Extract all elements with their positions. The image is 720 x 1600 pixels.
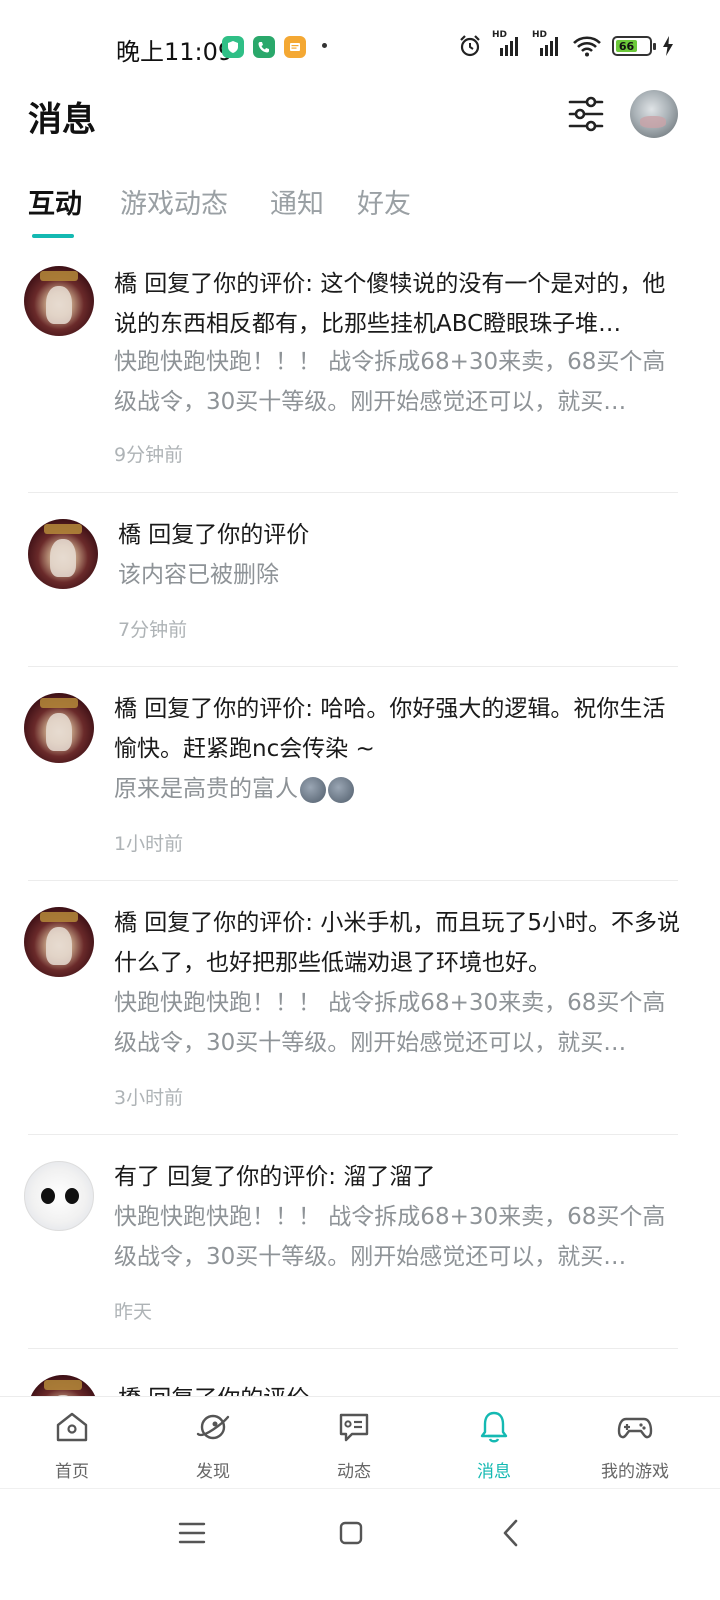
- battery-tip: [653, 43, 656, 50]
- back-icon[interactable]: [492, 1513, 532, 1553]
- notes-app-icon: [284, 36, 306, 58]
- menu-icon[interactable]: [172, 1513, 212, 1553]
- message-item[interactable]: 橋 回复了你的评价: 哈哈。你好强大的逻辑。祝你生活愉快。赶紧跑nc会传染 ~ …: [0, 667, 720, 881]
- status-dot: [322, 43, 327, 48]
- tab-interaction[interactable]: 互动: [28, 182, 82, 221]
- tab-friends[interactable]: 好友: [357, 182, 411, 221]
- message-quote-row: 原来是高贵的富人: [114, 769, 684, 809]
- message-title: 橋 回复了你的评价: 这个傻犊说的没有一个是对的，他说的东西相反都有，比那些挂机…: [114, 271, 666, 337]
- message-quote: 快跑快跑快跑！！！ 战令拆成68+30来卖，68买个高级战令，30买十等级。刚开…: [114, 349, 666, 415]
- sender-avatar[interactable]: [24, 266, 94, 336]
- tab-game-updates[interactable]: 游戏动态: [120, 182, 228, 221]
- home-square-icon[interactable]: [331, 1513, 371, 1553]
- status-right-group: HD HD 66: [458, 30, 674, 58]
- battery-fill: 66: [616, 39, 638, 53]
- sender-avatar[interactable]: [24, 907, 94, 977]
- signal-icon: HD: [492, 30, 522, 58]
- sender-avatar[interactable]: [24, 693, 94, 763]
- nav-my-games[interactable]: 我的游戏: [563, 1397, 707, 1489]
- shield-app-icon: [222, 36, 244, 58]
- sender-avatar[interactable]: [28, 519, 98, 589]
- nav-discover[interactable]: 发现: [141, 1397, 285, 1489]
- nav-home[interactable]: 首页: [0, 1397, 144, 1489]
- message-time: 昨天: [114, 1301, 153, 1323]
- message-title: 橋 回复了你的评价: 小米手机，而且玩了5小时。不多说什么了，也好把那些低端劝退…: [114, 910, 681, 976]
- tab-indicator: [32, 234, 74, 238]
- moon-emoji-icon: [328, 776, 354, 803]
- message-quote: 原来是高贵的富人: [114, 776, 298, 802]
- signal-icon-2: HD: [532, 30, 562, 58]
- nav-label: 消息: [477, 1462, 511, 1482]
- message-quote: 该内容已被删除: [118, 562, 279, 588]
- discover-icon: [196, 1414, 230, 1440]
- nav-messages[interactable]: 消息: [422, 1397, 566, 1489]
- message-title: 橋 回复了你的评价: 哈哈。你好强大的逻辑。祝你生活愉快。赶紧跑nc会传染 ~: [114, 696, 666, 762]
- status-bar: 晚上11:09 HD HD 66: [0, 0, 720, 96]
- sender-avatar[interactable]: [24, 1161, 94, 1231]
- bell-icon: [480, 1411, 508, 1443]
- gamepad-icon: [617, 1417, 653, 1439]
- phone-app-icon: [253, 36, 275, 58]
- nav-label: 动态: [337, 1462, 371, 1482]
- wifi-icon: [573, 36, 601, 57]
- message-item[interactable]: 有了 回复了你的评价: 溜了溜了 快跑快跑快跑！！！ 战令拆成68+30来卖，6…: [0, 1135, 720, 1349]
- nav-label: 首页: [55, 1462, 89, 1482]
- tab-notifications[interactable]: 通知: [270, 182, 324, 221]
- message-time: 3小时前: [114, 1087, 184, 1109]
- user-avatar[interactable]: [630, 90, 678, 138]
- home-icon: [56, 1412, 88, 1442]
- message-title: 有了 回复了你的评价: 溜了溜了: [114, 1164, 436, 1190]
- sender-avatar[interactable]: [28, 1375, 98, 1396]
- sliders-icon[interactable]: [566, 92, 606, 136]
- message-quote: 快跑快跑快跑！！！ 战令拆成68+30来卖，68买个高级战令，30买十等级。刚开…: [114, 1204, 666, 1270]
- nav-label: 发现: [196, 1462, 230, 1482]
- battery-level-text: 66: [618, 39, 635, 53]
- message-title: 橋 回复了你的评价: [118, 1379, 688, 1396]
- feed-icon: [339, 1413, 369, 1442]
- message-item[interactable]: 橋 回复了你的评价 该内容已被删除 7分钟前: [0, 493, 720, 667]
- status-time: 晚上11:09: [116, 38, 234, 66]
- nav-label: 我的游戏: [601, 1462, 669, 1482]
- moon-emoji-icon: [300, 776, 326, 803]
- page-title: 消息: [28, 100, 96, 140]
- bottom-navigation: 首页 发现 动态 消息 我的游戏: [0, 1396, 720, 1488]
- message-item[interactable]: 橋 回复了你的评价: [0, 1349, 720, 1396]
- message-title: 橋 回复了你的评价: [118, 522, 310, 548]
- message-quote: 快跑快跑快跑！！！ 战令拆成68+30来卖，68买个高级战令，30买十等级。刚开…: [114, 990, 666, 1056]
- charging-icon: [663, 36, 673, 56]
- nav-feed[interactable]: 动态: [282, 1397, 426, 1489]
- message-item[interactable]: 橋 回复了你的评价: 这个傻犊说的没有一个是对的，他说的东西相反都有，比那些挂机…: [0, 248, 720, 493]
- tab-bar: 互动 游戏动态 通知 好友: [0, 182, 720, 242]
- battery-icon: 66: [612, 36, 656, 56]
- message-list[interactable]: 橋 回复了你的评价: 这个傻犊说的没有一个是对的，他说的东西相反都有，比那些挂机…: [0, 248, 720, 1396]
- alarm-icon: [460, 35, 480, 57]
- message-time: 1小时前: [114, 833, 184, 855]
- message-time: 9分钟前: [114, 444, 184, 466]
- message-item[interactable]: 橋 回复了你的评价: 小米手机，而且玩了5小时。不多说什么了，也好把那些低端劝退…: [0, 881, 720, 1135]
- system-navigation: [0, 1488, 720, 1600]
- message-time: 7分钟前: [118, 619, 188, 641]
